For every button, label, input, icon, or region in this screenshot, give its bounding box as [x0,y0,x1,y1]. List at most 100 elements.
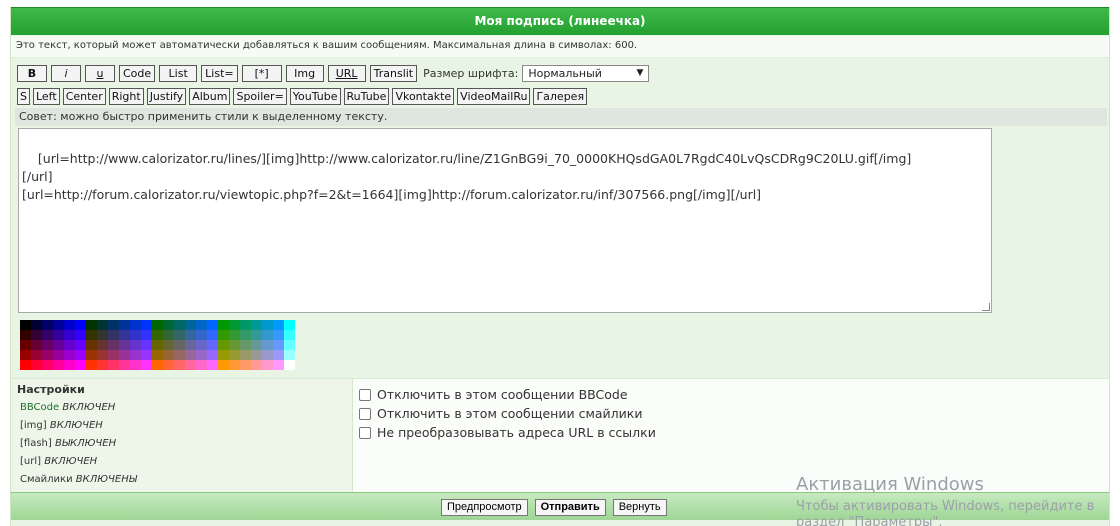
color-swatch[interactable] [218,320,229,330]
color-swatch[interactable] [53,330,64,340]
bold-button[interactable]: B [17,64,47,82]
color-swatch[interactable] [174,350,185,360]
color-swatch[interactable] [75,350,86,360]
disable-magic-url-checkbox[interactable] [359,426,371,439]
color-swatch[interactable] [53,350,64,360]
signature-textarea[interactable]: [url=http://www.calorizator.ru/lines/][i… [18,128,992,313]
url-button[interactable]: URL [327,64,366,82]
color-swatch[interactable] [97,350,108,360]
italic-button[interactable]: i [51,64,81,82]
color-swatch[interactable] [42,320,53,330]
color-swatch[interactable] [97,360,108,370]
img-button[interactable]: Img [285,64,324,82]
color-swatch[interactable] [75,330,86,340]
resize-handle-icon[interactable] [982,303,990,311]
underline-button[interactable]: u [85,64,115,82]
list-ordered-button[interactable]: List= [201,64,238,82]
color-swatch[interactable] [141,340,152,350]
color-swatch[interactable] [218,360,229,370]
color-swatch[interactable] [207,320,218,330]
submit-button[interactable]: Отправить [534,499,606,516]
color-swatch[interactable] [251,320,262,330]
color-swatch[interactable] [119,330,130,340]
gallery-button[interactable]: Галерея [533,87,588,105]
color-swatch[interactable] [141,330,152,340]
color-swatch[interactable] [75,360,86,370]
color-swatch[interactable] [75,340,86,350]
color-swatch[interactable] [174,330,185,340]
color-swatch[interactable] [31,350,42,360]
color-swatch[interactable] [262,340,273,350]
color-swatch[interactable] [42,330,53,340]
color-swatch[interactable] [229,330,240,340]
rutube-button[interactable]: RuTube [343,87,390,105]
color-swatch[interactable] [185,350,196,360]
justify-button[interactable]: Justify [146,87,187,105]
reset-button[interactable]: Вернуть [612,499,667,516]
list-item-button[interactable]: [*] [241,64,282,82]
font-size-select[interactable]: Нормальный ▼ [522,64,650,82]
color-swatch[interactable] [152,350,163,360]
color-swatch[interactable] [284,340,295,350]
color-swatch[interactable] [108,350,119,360]
color-swatch[interactable] [273,340,284,350]
translit-button[interactable]: Translit [369,64,418,82]
color-swatch[interactable] [20,360,31,370]
color-swatch[interactable] [218,350,229,360]
color-swatch[interactable] [108,320,119,330]
align-right-button[interactable]: Right [108,87,144,105]
color-swatch[interactable] [262,350,273,360]
bbcode-link[interactable]: BBCode [20,402,59,413]
album-button[interactable]: Album [189,87,231,105]
color-swatch[interactable] [163,340,174,350]
color-swatch[interactable] [75,320,86,330]
color-swatch[interactable] [174,360,185,370]
color-swatch[interactable] [97,330,108,340]
color-swatch[interactable] [20,340,31,350]
color-swatch[interactable] [86,330,97,340]
color-swatch[interactable] [262,320,273,330]
color-swatch[interactable] [163,330,174,340]
color-swatch[interactable] [108,340,119,350]
color-swatch[interactable] [262,360,273,370]
videomailru-button[interactable]: VideoMailRu [457,87,531,105]
color-swatch[interactable] [130,320,141,330]
color-swatch[interactable] [174,340,185,350]
color-swatch[interactable] [196,350,207,360]
color-swatch[interactable] [20,320,31,330]
color-swatch[interactable] [86,320,97,330]
color-swatch[interactable] [119,350,130,360]
color-swatch[interactable] [42,350,53,360]
color-swatch[interactable] [108,330,119,340]
color-swatch[interactable] [31,360,42,370]
color-swatch[interactable] [240,330,251,340]
color-swatch[interactable] [64,340,75,350]
color-swatch[interactable] [273,320,284,330]
color-swatch[interactable] [207,330,218,340]
color-swatch[interactable] [97,340,108,350]
color-swatch[interactable] [185,320,196,330]
color-swatch[interactable] [196,330,207,340]
color-swatch[interactable] [196,340,207,350]
color-swatch[interactable] [97,320,108,330]
color-swatch[interactable] [196,360,207,370]
color-swatch[interactable] [229,360,240,370]
color-swatch[interactable] [119,360,130,370]
color-swatch[interactable] [185,360,196,370]
color-swatch[interactable] [141,320,152,330]
color-swatch[interactable] [207,350,218,360]
color-swatch[interactable] [262,330,273,340]
align-left-button[interactable]: Left [32,87,60,105]
youtube-button[interactable]: YouTube [289,87,341,105]
disable-bbcode-option[interactable]: Отключить в этом сообщении BBCode [359,385,656,404]
color-swatch[interactable] [273,350,284,360]
color-swatch[interactable] [31,320,42,330]
vkontakte-button[interactable]: Vkontakte [392,87,455,105]
color-swatch[interactable] [64,330,75,340]
color-swatch[interactable] [273,330,284,340]
color-swatch[interactable] [229,350,240,360]
color-swatch[interactable] [229,320,240,330]
color-swatch[interactable] [20,330,31,340]
color-swatch[interactable] [53,320,64,330]
code-button[interactable]: Code [119,64,156,82]
